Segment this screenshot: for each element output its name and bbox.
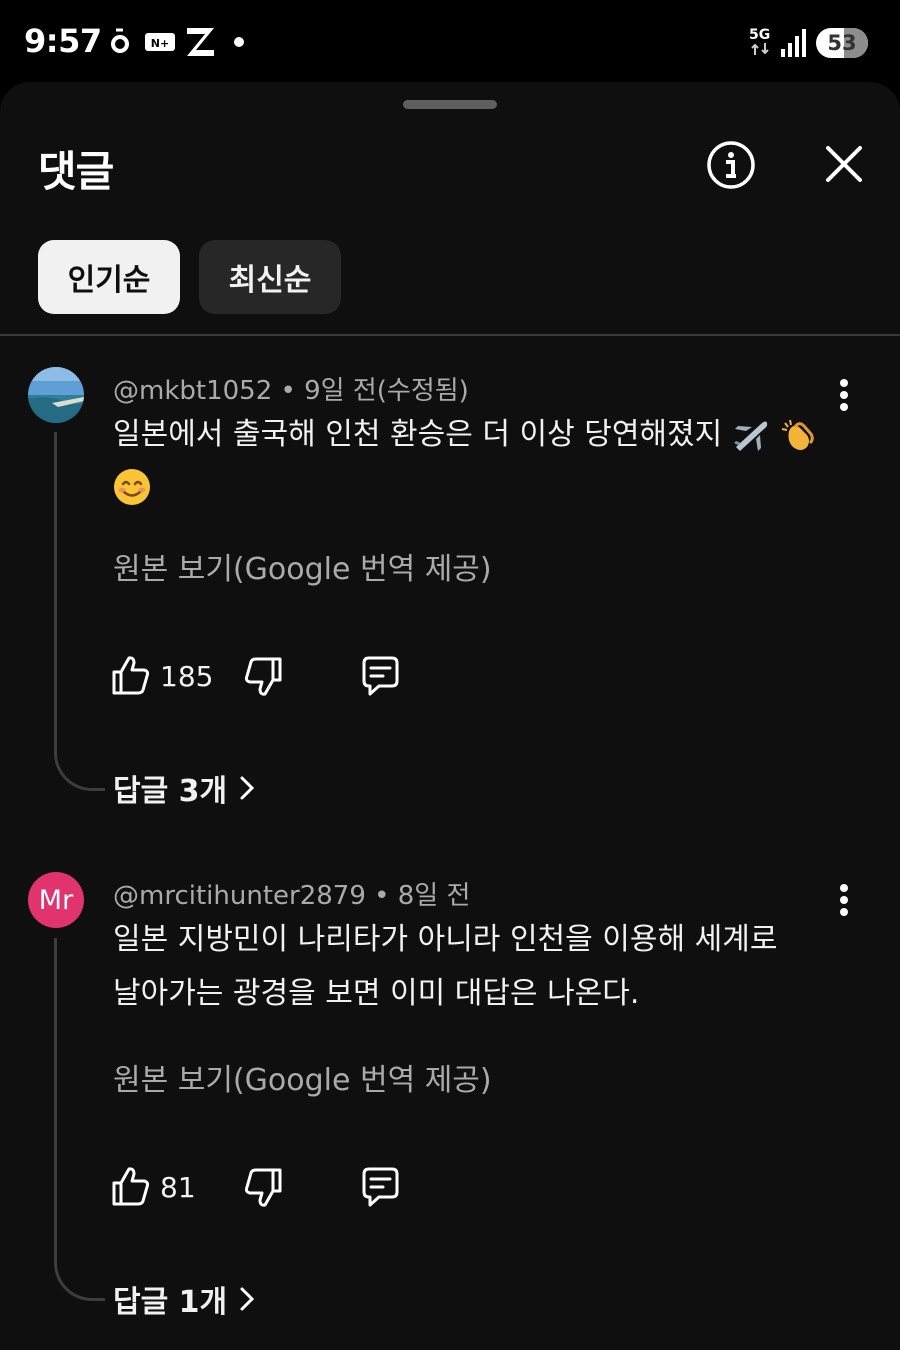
avatar[interactable] bbox=[28, 367, 84, 423]
comment-time: • 8일 전 bbox=[365, 881, 471, 911]
comment-author[interactable]: @mrcitihunter2879 bbox=[113, 881, 366, 911]
comment-text: 일본 지방민이 나리타가 아니라 인천을 이용해 세계로 날아가는 광경을 보면… bbox=[113, 913, 777, 1021]
z-app-icon bbox=[187, 28, 214, 56]
svg-text:N+: N+ bbox=[151, 37, 169, 50]
comment-meta: @mkbt1052 • 9일 전(수정됨) bbox=[113, 370, 469, 407]
thread-line bbox=[54, 938, 105, 1301]
view-replies-button[interactable]: 답글 1개 bbox=[113, 1277, 257, 1321]
comment-time: • 9일 전(수정됨) bbox=[272, 376, 469, 406]
replies-label: 답글 3개 bbox=[113, 774, 228, 809]
drag-handle[interactable] bbox=[403, 100, 497, 109]
more-options-icon[interactable] bbox=[830, 880, 858, 920]
data-arrows-icon bbox=[751, 43, 769, 55]
info-icon[interactable] bbox=[706, 140, 756, 190]
more-options-icon[interactable] bbox=[830, 375, 858, 415]
tabs-divider bbox=[0, 334, 900, 336]
reply-icon[interactable] bbox=[359, 1166, 401, 1208]
comment-text-line: 일본에서 출국해 인천 환승은 더 이상 당연해졌지 bbox=[113, 417, 723, 452]
more-notifications-dot-icon bbox=[234, 37, 244, 47]
like-count: 81 bbox=[160, 1171, 196, 1204]
landscape-avatar-icon bbox=[28, 367, 84, 423]
like-icon[interactable] bbox=[111, 1165, 151, 1207]
smiling-face-emoji-icon bbox=[114, 469, 150, 505]
status-time: 9:57 bbox=[24, 22, 102, 60]
view-original-link[interactable]: 원본 보기(Google 번역 제공) bbox=[113, 1055, 492, 1099]
notification-dot-icon bbox=[111, 28, 129, 53]
chevron-right-icon bbox=[240, 1287, 255, 1311]
thread-line bbox=[54, 432, 105, 791]
comment-text: 일본에서 출국해 인천 환승은 더 이상 당연해졌지 bbox=[113, 408, 817, 462]
airplane-emoji-icon bbox=[733, 421, 767, 451]
view-original-link[interactable]: 원본 보기(Google 번역 제공) bbox=[113, 544, 492, 588]
network-type-label: 5G bbox=[749, 27, 771, 43]
reply-icon[interactable] bbox=[359, 655, 401, 697]
battery-indicator: 53 bbox=[816, 28, 868, 58]
status-bar: 9:57 N+ 5G 53 bbox=[0, 0, 900, 84]
chevron-right-icon bbox=[240, 776, 255, 800]
comment-text-line: 날아가는 광경을 보면 이미 대답은 나온다. bbox=[113, 976, 640, 1011]
comment-meta: @mrcitihunter2879 • 8일 전 bbox=[113, 875, 470, 912]
comments-sheet: 댓글 인기순 최신순 @mkbt1052 • 9일 전(수정됨) 일본에서 출국… bbox=[0, 82, 900, 1350]
signal-icon bbox=[781, 29, 806, 57]
like-icon[interactable] bbox=[111, 654, 151, 696]
avatar[interactable]: Mr bbox=[28, 872, 84, 928]
clapping-hands-emoji-icon bbox=[782, 419, 815, 450]
close-icon[interactable] bbox=[822, 142, 866, 186]
avatar-initials: Mr bbox=[38, 884, 74, 916]
tab-newest[interactable]: 최신순 bbox=[199, 240, 341, 314]
smile-emoji-line bbox=[113, 468, 151, 510]
comment-text-line: 일본 지방민이 나리타가 아니라 인천을 이용해 세계로 bbox=[113, 922, 778, 957]
replies-label: 답글 1개 bbox=[113, 1285, 228, 1320]
like-count: 185 bbox=[160, 660, 214, 693]
dislike-icon[interactable] bbox=[243, 1167, 283, 1209]
dislike-icon[interactable] bbox=[243, 656, 283, 698]
tab-popular[interactable]: 인기순 bbox=[38, 240, 180, 314]
battery-level: 53 bbox=[827, 31, 857, 55]
view-replies-button[interactable]: 답글 3개 bbox=[113, 766, 257, 810]
app-badge-icon: N+ bbox=[145, 33, 175, 51]
comment-author[interactable]: @mkbt1052 bbox=[113, 376, 272, 406]
sheet-title: 댓글 bbox=[38, 147, 114, 196]
